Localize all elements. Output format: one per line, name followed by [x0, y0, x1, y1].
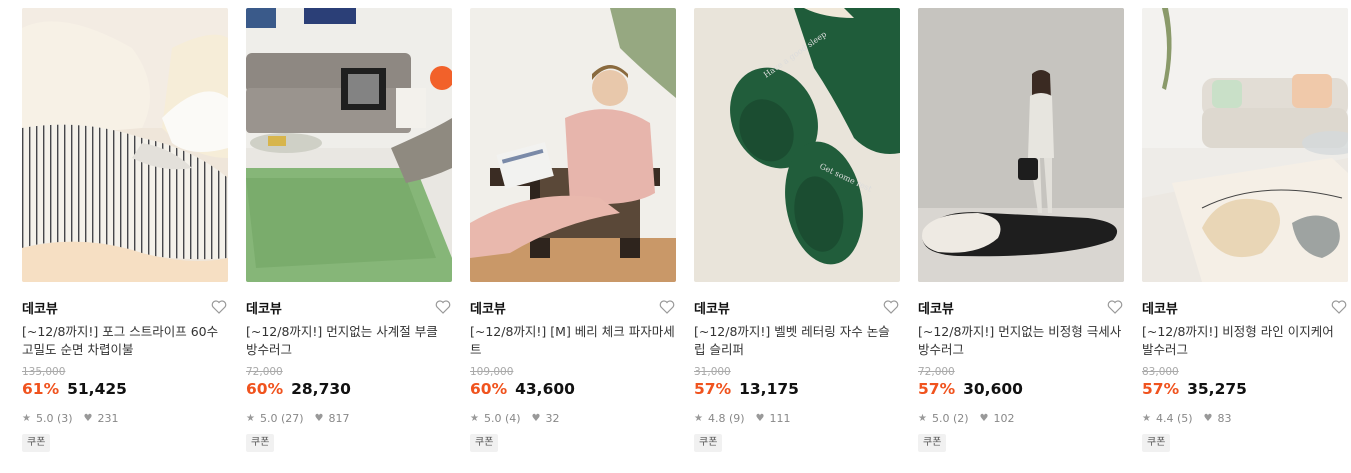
coupon-badge: 쿠폰: [918, 434, 947, 452]
discount-rate: 60%: [246, 380, 284, 398]
product-grid: 데코뷰 [~12/8까지!] 포그 스트라이프 60수 고밀도 순면 차렵이불 …: [0, 0, 1351, 473]
product-title[interactable]: [~12/8까지!] 비정형 라인 이지케어 발수러그: [1142, 323, 1348, 359]
product-card[interactable]: 데코뷰 [~12/8까지!] [M] 베리 체크 파자마세트 109,000 6…: [470, 8, 676, 452]
discount-rate: 57%: [694, 380, 732, 398]
coupon-badge: 쿠폰: [1142, 434, 1171, 452]
brand-name[interactable]: 데코뷰: [22, 298, 58, 317]
original-price: 135,000: [22, 366, 66, 378]
brand-name[interactable]: 데코뷰: [694, 298, 730, 317]
rating: 4.8 (9): [707, 411, 745, 425]
sale-price: 28,730: [291, 380, 351, 398]
heart-filled-icon: ♥: [755, 412, 765, 424]
star-icon: ★: [22, 412, 31, 424]
product-card[interactable]: 데코뷰 [~12/8까지!] 비정형 라인 이지케어 발수러그 83,000 5…: [1142, 8, 1348, 452]
star-icon: ★: [470, 412, 479, 424]
brand-name[interactable]: 데코뷰: [918, 298, 954, 317]
star-icon: ★: [1142, 412, 1151, 424]
star-icon: ★: [246, 412, 255, 424]
discount-rate: 57%: [918, 380, 956, 398]
coupon-badge: 쿠폰: [22, 434, 51, 452]
coupon-badge: 쿠폰: [470, 434, 499, 452]
like-count: 102: [993, 411, 1015, 425]
rating: 5.0 (27): [259, 411, 304, 425]
product-title[interactable]: [~12/8까지!] [M] 베리 체크 파자마세트: [470, 323, 676, 359]
product-image-rug-model[interactable]: [918, 8, 1124, 282]
sale-price: 43,600: [515, 380, 575, 398]
heart-filled-icon: ♥: [531, 412, 541, 424]
coupon-badge: 쿠폰: [246, 434, 275, 452]
product-image-rug-living[interactable]: [246, 8, 452, 282]
rating: 4.4 (5): [1155, 411, 1193, 425]
like-count: 83: [1217, 411, 1232, 425]
original-price: 72,000: [246, 366, 283, 378]
like-count: 111: [769, 411, 791, 425]
rating: 5.0 (4): [483, 411, 521, 425]
heart-outline-icon[interactable]: [1330, 298, 1348, 316]
original-price: 31,000: [694, 366, 731, 378]
discount-rate: 57%: [1142, 380, 1180, 398]
star-icon: ★: [694, 412, 703, 424]
heart-outline-icon[interactable]: [1106, 298, 1124, 316]
discount-rate: 60%: [470, 380, 508, 398]
rating: 5.0 (2): [931, 411, 969, 425]
heart-outline-icon[interactable]: [882, 298, 900, 316]
product-card[interactable]: 데코뷰 [~12/8까지!] 먼지없는 비정형 극세사 방수러그 72,000 …: [918, 8, 1124, 452]
heart-filled-icon: ♥: [83, 412, 93, 424]
product-title[interactable]: [~12/8까지!] 벨벳 레터링 자수 논슬립 슬리퍼: [694, 323, 900, 359]
product-card[interactable]: Have a good sleep Get some rest 데코뷰 [~12…: [694, 8, 900, 452]
brand-name[interactable]: 데코뷰: [470, 298, 506, 317]
coupon-badge: 쿠폰: [694, 434, 723, 452]
product-title[interactable]: [~12/8까지!] 포그 스트라이프 60수 고밀도 순면 차렵이불: [22, 323, 228, 359]
product-image-pajama[interactable]: [470, 8, 676, 282]
original-price: 109,000: [470, 366, 514, 378]
sale-price: 35,275: [1187, 380, 1247, 398]
rating: 5.0 (3): [35, 411, 73, 425]
star-icon: ★: [918, 412, 927, 424]
like-count: 32: [545, 411, 560, 425]
heart-outline-icon[interactable]: [210, 298, 228, 316]
product-title[interactable]: [~12/8까지!] 먼지없는 비정형 극세사 방수러그: [918, 323, 1124, 359]
product-card[interactable]: 데코뷰 [~12/8까지!] 먼지없는 사계절 부클 방수러그 72,000 6…: [246, 8, 452, 452]
discount-rate: 61%: [22, 380, 60, 398]
sale-price: 51,425: [67, 380, 127, 398]
brand-name[interactable]: 데코뷰: [246, 298, 282, 317]
heart-outline-icon[interactable]: [434, 298, 452, 316]
sale-price: 30,600: [963, 380, 1023, 398]
sale-price: 13,175: [739, 380, 799, 398]
product-card[interactable]: 데코뷰 [~12/8까지!] 포그 스트라이프 60수 고밀도 순면 차렵이불 …: [22, 8, 228, 452]
heart-filled-icon: ♥: [1203, 412, 1213, 424]
original-price: 72,000: [918, 366, 955, 378]
original-price: 83,000: [1142, 366, 1179, 378]
product-image-slippers[interactable]: Have a good sleep Get some rest: [694, 8, 900, 282]
product-image-bedding[interactable]: [22, 8, 228, 282]
brand-name[interactable]: 데코뷰: [1142, 298, 1178, 317]
heart-filled-icon: ♥: [979, 412, 989, 424]
heart-outline-icon[interactable]: [658, 298, 676, 316]
product-image-rug-abstract[interactable]: [1142, 8, 1348, 282]
like-count: 817: [328, 411, 350, 425]
like-count: 231: [97, 411, 119, 425]
heart-filled-icon: ♥: [314, 412, 324, 424]
product-title[interactable]: [~12/8까지!] 먼지없는 사계절 부클 방수러그: [246, 323, 452, 359]
